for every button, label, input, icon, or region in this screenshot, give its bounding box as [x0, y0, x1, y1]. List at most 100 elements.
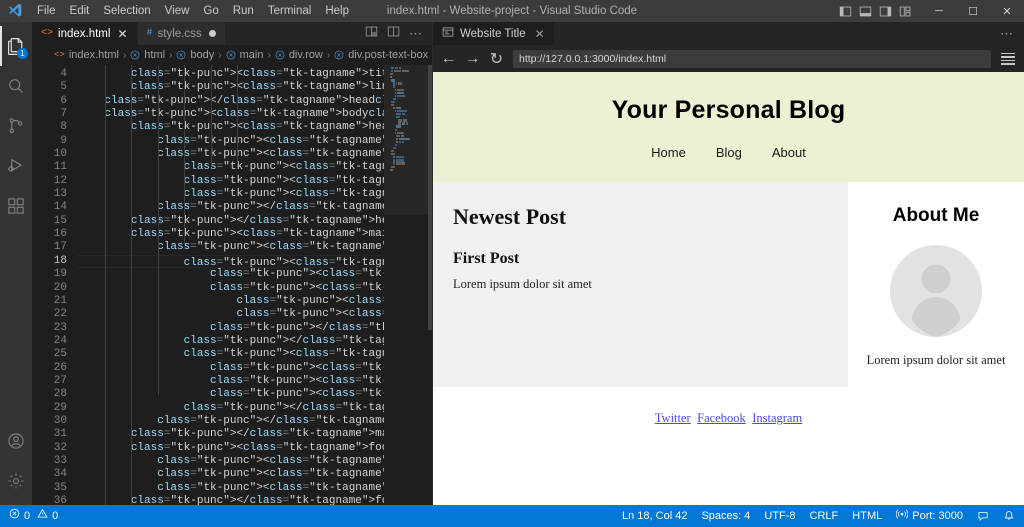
reload-button[interactable]: ↻ — [489, 50, 504, 68]
code-scroll-region[interactable]: 4567891011121314151617181920212223242526… — [32, 65, 384, 505]
close-window-button[interactable]: ✕ — [990, 0, 1024, 22]
code-line[interactable]: class="tk-punc"><class="tk-tagname">h1cl… — [78, 268, 384, 281]
menu-selection[interactable]: Selection — [96, 1, 157, 21]
menu-edit[interactable]: Edit — [63, 1, 97, 21]
code-line[interactable]: class="tk-punc"><class="tk-tagname">a hr… — [78, 188, 384, 201]
status-eol[interactable]: CRLF — [803, 505, 846, 527]
preview-tab-close-icon[interactable]: ✕ — [535, 27, 545, 41]
activity-accounts[interactable] — [0, 421, 32, 461]
status-notifications[interactable] — [996, 505, 1022, 527]
code-line[interactable]: class="tk-punc"><class="tk-tagname">foot… — [78, 442, 384, 455]
nav-link-about[interactable]: About — [772, 145, 806, 160]
forward-button[interactable]: → — [465, 50, 480, 68]
editor-scrollbar[interactable] — [428, 65, 432, 330]
toggle-secondary-sidebar-icon[interactable] — [879, 5, 892, 18]
code-line[interactable]: class="tk-punc"><class="tk-tagname">head… — [78, 121, 384, 134]
code-line[interactable]: class="tk-punc"><class="tk-tagname">div … — [78, 241, 384, 254]
status-feedback[interactable] — [970, 505, 996, 527]
code-line[interactable]: class="tk-punc"></class="tk-tagname">mai… — [78, 428, 384, 441]
status-problems[interactable]: 0 0 — [2, 505, 65, 527]
code-line[interactable]: class="tk-punc"><class="tk-tagname">Pcla… — [78, 388, 384, 401]
tab-index-html[interactable]: <> index.html ✕ — [32, 22, 138, 45]
code-line[interactable]: class="tk-punc"><class="tk-tagname">a hr… — [78, 482, 384, 495]
breadcrumb[interactable]: <> index.html › html › body › main — [32, 45, 432, 65]
code-line[interactable]: class="tk-punc"></class="tk-tagname">div… — [78, 335, 384, 348]
nav-link-blog[interactable]: Blog — [716, 145, 742, 160]
breadcrumb-item-body[interactable]: body — [176, 49, 214, 61]
code-line[interactable]: class="tk-punc"><class="tk-tagname">navc… — [78, 148, 384, 161]
menu-terminal[interactable]: Terminal — [261, 1, 318, 21]
browser-menu-icon[interactable] — [1000, 53, 1016, 65]
code-line[interactable]: class="tk-punc"><class="tk-tagname">sect… — [78, 282, 384, 295]
menu-go[interactable]: Go — [196, 1, 225, 21]
minimize-button[interactable]: ─ — [922, 0, 956, 22]
code-line[interactable]: class="tk-punc"></class="tk-tagname">hea… — [78, 95, 384, 108]
code-line[interactable]: class="tk-punc"></class="tk-tagname">sec… — [78, 322, 384, 335]
code-editor[interactable]: 4567891011121314151617181920212223242526… — [32, 65, 432, 505]
preview-viewport[interactable]: Your Personal Blog Home Blog About Newes… — [433, 72, 1024, 505]
code-line[interactable]: class="tk-punc"><class="tk-tagname">div … — [78, 348, 384, 361]
code-line[interactable]: class="tk-punc"><class="tk-tagname">h1cl… — [78, 295, 384, 308]
menu-run[interactable]: Run — [226, 1, 261, 21]
code-content[interactable]: class="tk-punc"><class="tk-tagname">titl… — [78, 65, 384, 505]
code-line[interactable]: class="tk-punc"></class="tk-tagname">foo… — [78, 495, 384, 505]
menu-bar[interactable]: File Edit Selection View Go Run Terminal… — [30, 1, 356, 21]
footer-link-instagram[interactable]: Instagram — [752, 411, 802, 425]
menu-help[interactable]: Help — [318, 1, 356, 21]
code-line[interactable]: class="tk-punc"><class="tk-tagname">a hr… — [78, 161, 384, 174]
status-cursor-position[interactable]: Ln 18, Col 42 — [615, 505, 694, 527]
layout-controls[interactable] — [839, 5, 922, 18]
code-line[interactable]: class="tk-punc"><class="tk-tagname">img … — [78, 375, 384, 388]
activity-explorer[interactable]: 1 — [0, 26, 32, 66]
status-language-mode[interactable]: HTML — [845, 505, 889, 527]
code-line[interactable]: class="tk-punc"><class="tk-tagname">pcla… — [78, 308, 384, 321]
code-line[interactable]: class="tk-punc"></class="tk-tagname">div… — [78, 402, 384, 415]
activity-manage-settings[interactable] — [0, 461, 32, 501]
split-editor-right-icon[interactable] — [365, 25, 378, 43]
breadcrumb-item-div-row[interactable]: div.row — [275, 49, 323, 61]
status-encoding[interactable]: UTF-8 — [757, 505, 802, 527]
customize-layout-icon[interactable] — [899, 5, 912, 18]
toggle-primary-sidebar-icon[interactable] — [839, 5, 852, 18]
code-line[interactable]: class="tk-punc"><class="tk-tagname">h1cl… — [78, 362, 384, 375]
code-line[interactable]: class="tk-punc"><class="tk-tagname">titl… — [78, 68, 384, 81]
code-line[interactable]: class="tk-punc"><class="tk-tagname">h1cl… — [78, 135, 384, 148]
toggle-panel-icon[interactable] — [859, 5, 872, 18]
code-line[interactable]: class="tk-punc"><class="tk-tagname">a hr… — [78, 455, 384, 468]
footer-link-twitter[interactable]: Twitter — [655, 411, 691, 425]
url-bar[interactable]: http://127.0.0.1:3000/index.html — [513, 50, 991, 68]
back-button[interactable]: ← — [441, 50, 456, 68]
menu-view[interactable]: View — [158, 1, 197, 21]
breadcrumb-item-div-post-text-box[interactable]: div.post-text-box — [334, 49, 428, 61]
activity-source-control[interactable] — [0, 106, 32, 146]
footer-link-facebook[interactable]: Facebook — [697, 411, 746, 425]
code-line[interactable]: class="tk-punc"><class="tk-tagname">main… — [78, 228, 384, 241]
nav-link-home[interactable]: Home — [651, 145, 686, 160]
code-line[interactable]: class="tk-punc"><class="tk-tagname">body… — [78, 108, 384, 121]
status-live-preview-port[interactable]: Port: 3000 — [889, 505, 970, 527]
tab-style-css[interactable]: # style.css — [138, 22, 226, 45]
site-nav[interactable]: Home Blog About — [433, 145, 1024, 160]
code-line[interactable]: class="tk-punc"><class="tk-tagname">a hr… — [78, 468, 384, 481]
tab-close-icon[interactable]: ✕ — [117, 27, 127, 41]
preview-more-actions-icon[interactable]: ⋯ — [989, 22, 1024, 45]
activity-run-and-debug[interactable] — [0, 146, 32, 186]
more-editor-actions-icon[interactable]: ⋯ — [409, 29, 422, 39]
minimap[interactable] — [384, 65, 432, 505]
preview-tab[interactable]: Website Title ✕ — [433, 22, 554, 45]
maximize-button[interactable]: ☐ — [956, 0, 990, 22]
breadcrumb-item-main[interactable]: main — [226, 49, 264, 61]
activity-search[interactable] — [0, 66, 32, 106]
menu-file[interactable]: File — [30, 1, 63, 21]
activity-extensions[interactable] — [0, 186, 32, 226]
code-line[interactable]: class="tk-punc"></class="tk-tagname">nav… — [78, 201, 384, 214]
code-line[interactable]: class="tk-punc"><class="tk-tagname">div … — [78, 255, 384, 268]
breadcrumb-item-file[interactable]: <> index.html — [54, 49, 119, 61]
code-line[interactable]: class="tk-punc"></class="tk-tagname">hea… — [78, 215, 384, 228]
code-line[interactable]: class="tk-punc"></class="tk-tagname">div… — [78, 415, 384, 428]
status-indentation[interactable]: Spaces: 4 — [694, 505, 757, 527]
code-line[interactable]: class="tk-punc"><class="tk-tagname">a hr… — [78, 175, 384, 188]
code-line[interactable]: class="tk-punc"><class="tk-tagname">link… — [78, 81, 384, 94]
breadcrumb-item-html[interactable]: html — [130, 49, 165, 61]
split-editor-icon[interactable] — [387, 25, 400, 43]
